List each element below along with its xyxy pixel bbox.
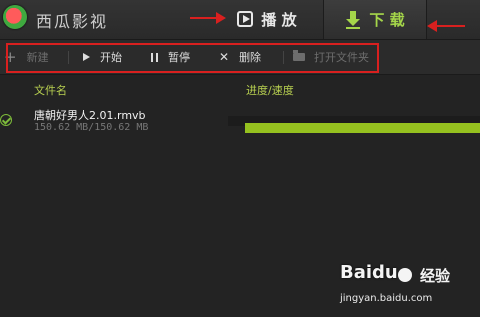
tab-download-label: 下 载 — [369, 11, 405, 29]
tab-play-label: 播 放 — [261, 10, 297, 29]
annotation-arrow-left — [427, 20, 465, 32]
column-filename: 文件名 — [34, 84, 67, 97]
annotation-arrow-right — [190, 12, 226, 24]
watermark-url: jingyan.baidu.com — [340, 293, 433, 304]
download-icon — [345, 10, 361, 29]
list-header: 文件名 进度/速度 — [0, 75, 480, 101]
paw-icon — [398, 268, 412, 282]
app-title: 西瓜影视 — [36, 12, 109, 31]
baidu-watermark: Baidu 经验 jingyan.baidu.com — [340, 262, 480, 317]
completed-check-icon — [0, 114, 12, 126]
play-icon — [237, 11, 254, 27]
tab-download[interactable]: 下 载 — [323, 0, 427, 39]
watermark-text: 经验 — [420, 267, 451, 285]
watermark-brand: Baidu — [340, 262, 398, 283]
app-logo-icon — [3, 5, 27, 29]
annotation-highlight-box — [6, 43, 379, 73]
file-size: 150.62 MB/150.62 MB — [34, 122, 149, 133]
file-name: 唐朝好男人2.01.rmvb — [34, 109, 146, 122]
column-progress: 进度/速度 — [246, 84, 294, 97]
tab-play[interactable]: 播 放 — [226, 4, 308, 34]
title-bar: 西瓜影视 播 放 下 载 — [0, 0, 480, 40]
progress-bar — [245, 123, 480, 133]
